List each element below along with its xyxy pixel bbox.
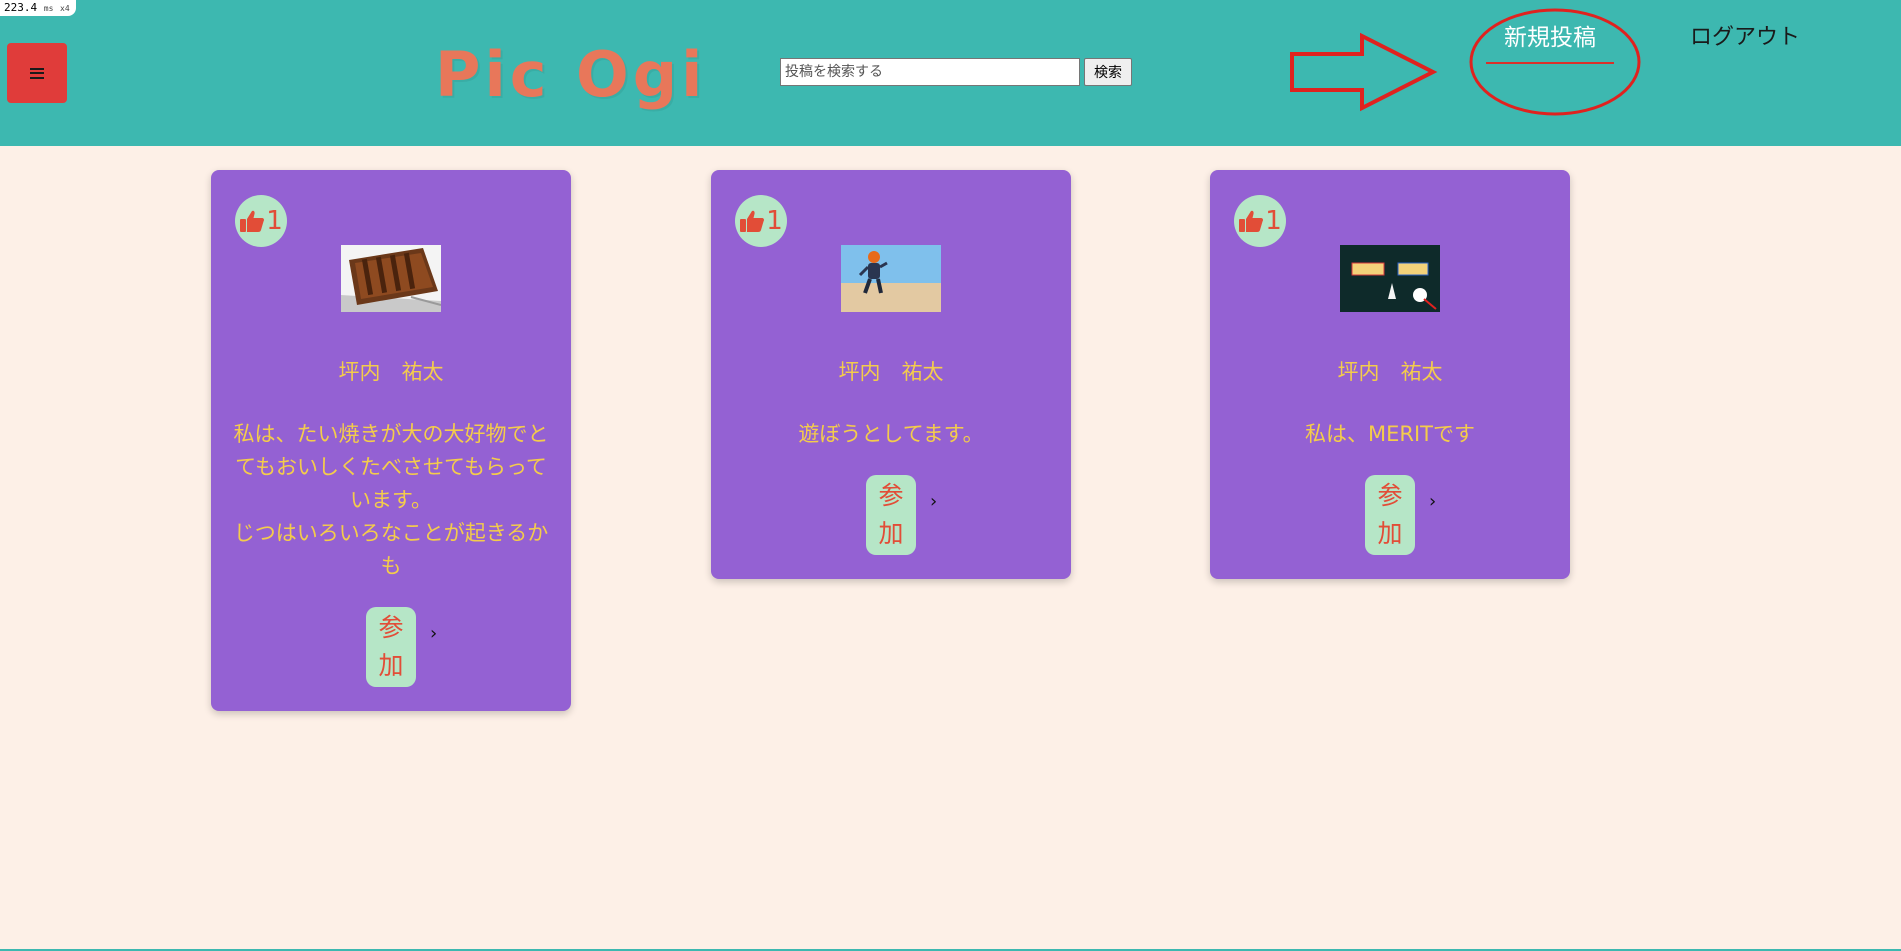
new-post-underline bbox=[1486, 62, 1614, 64]
like-count: 1 bbox=[266, 206, 283, 236]
join-char-1: 参 bbox=[1377, 481, 1403, 510]
perf-value: 223.4 bbox=[4, 1, 38, 14]
arrow-right-icon bbox=[1290, 32, 1438, 112]
like-button[interactable]: 1 bbox=[735, 195, 787, 247]
post-card: 1 坪内 祐太 私は、たい焼きが大の大好物でとてもおいしくたべさせてもらっていま… bbox=[211, 170, 571, 711]
app-header: Pic Ogi 検索 新規投稿 ログアウト bbox=[0, 0, 1901, 146]
post-image-taiyaki[interactable] bbox=[341, 245, 441, 312]
join-button[interactable]: 参 加 bbox=[366, 607, 416, 687]
post-body: 私は、たい焼きが大の大好物でとてもおいしくたべさせてもらっています。 じつはいろ… bbox=[233, 422, 549, 578]
hamburger-menu-button[interactable] bbox=[7, 43, 67, 103]
post-image-merit-demerit[interactable] bbox=[1340, 245, 1440, 312]
like-button[interactable]: 1 bbox=[235, 195, 287, 247]
search-button[interactable]: 検索 bbox=[1084, 58, 1132, 86]
chevron-right-icon[interactable]: › bbox=[430, 623, 437, 644]
post-author: 坪内 祐太 bbox=[838, 360, 944, 384]
post-card: 1 坪内 祐太 私は、MERITです 参 加 › bbox=[1210, 170, 1570, 579]
join-char-2: 加 bbox=[1377, 519, 1403, 548]
join-char-2: 加 bbox=[378, 651, 404, 680]
hamburger-icon bbox=[30, 67, 44, 79]
chevron-right-icon[interactable]: › bbox=[1429, 491, 1436, 512]
like-count: 1 bbox=[766, 206, 783, 236]
join-char-1: 参 bbox=[878, 481, 904, 510]
new-post-label: 新規投稿 bbox=[1504, 25, 1596, 51]
perf-mult: x4 bbox=[60, 4, 70, 13]
join-row: 参 加 › bbox=[711, 475, 1071, 555]
post-author: 坪内 祐太 bbox=[1337, 360, 1443, 384]
join-button[interactable]: 参 加 bbox=[1365, 475, 1415, 555]
perf-overlay: 223.4 ms x4 bbox=[0, 0, 76, 16]
site-logo[interactable]: Pic Ogi bbox=[435, 35, 702, 115]
join-button[interactable]: 参 加 bbox=[866, 475, 916, 555]
new-post-link[interactable]: 新規投稿 bbox=[1470, 18, 1630, 68]
like-button[interactable]: 1 bbox=[1234, 195, 1286, 247]
chevron-right-icon[interactable]: › bbox=[930, 491, 937, 512]
search-input[interactable] bbox=[780, 58, 1080, 86]
join-char-2: 加 bbox=[878, 519, 904, 548]
join-char-1: 参 bbox=[378, 613, 404, 642]
post-author: 坪内 祐太 bbox=[338, 360, 444, 384]
perf-unit: ms bbox=[43, 4, 54, 13]
thumbs-up-icon bbox=[240, 210, 265, 232]
like-count: 1 bbox=[1265, 206, 1282, 236]
thumbs-up-icon bbox=[740, 210, 765, 232]
post-image-jumping-child[interactable] bbox=[841, 245, 941, 312]
thumbs-up-icon bbox=[1239, 210, 1264, 232]
post-body: 私は、MERITです bbox=[1305, 422, 1475, 446]
join-row: 参 加 › bbox=[1210, 475, 1570, 555]
post-card: 1 坪内 祐太 遊ぼうとしてます。 参 加 › bbox=[711, 170, 1071, 579]
join-row: 参 加 › bbox=[211, 607, 571, 687]
logout-link[interactable]: ログアウト bbox=[1690, 18, 1800, 58]
post-body: 遊ぼうとしてます。 bbox=[798, 422, 984, 446]
